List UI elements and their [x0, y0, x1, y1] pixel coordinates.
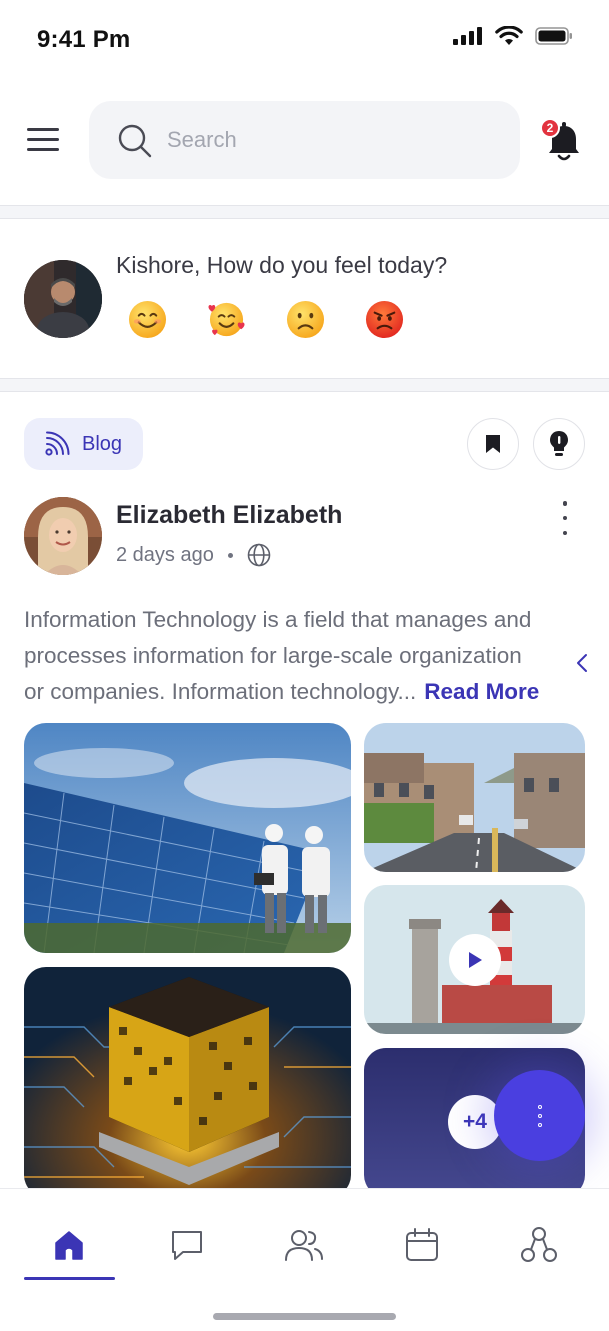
bookmark-icon: [486, 435, 500, 453]
post-body-line: Information Technology is a field that m…: [24, 607, 532, 632]
angry-face-icon[interactable]: [365, 300, 404, 339]
rss-icon: [45, 431, 70, 456]
post-body-line: or companies. Information technology... R…: [24, 674, 584, 710]
mood-question: Kishore, How do you feel today?: [116, 252, 448, 278]
section-divider: [0, 205, 609, 219]
home-indicator: [213, 1313, 396, 1320]
post-meta: 2 days ago: [116, 543, 271, 567]
calendar-icon: [406, 1228, 438, 1261]
post-timestamp: 2 days ago: [116, 543, 214, 566]
mood-emoji-row: [128, 300, 404, 339]
play-button[interactable]: [449, 934, 501, 986]
user-avatar[interactable]: [24, 260, 102, 338]
post-body-line-text: or companies. Information technology...: [24, 679, 417, 704]
chat-icon: [172, 1231, 202, 1260]
smiling-face-with-hearts-icon[interactable]: [207, 300, 246, 339]
post-category-label: Blog: [82, 432, 123, 455]
search-icon: [118, 124, 152, 158]
author-avatar[interactable]: [24, 497, 102, 575]
notifications-button[interactable]: 2: [540, 118, 582, 162]
signal-icon: [453, 27, 482, 45]
post-body-line: processes information for large-scale or…: [24, 643, 522, 668]
post-category-chip[interactable]: Blog: [24, 418, 143, 470]
section-divider: [0, 378, 609, 392]
status-bar: 9:41 Pm: [0, 0, 609, 80]
status-time: 9:41 Pm: [37, 26, 131, 53]
separator-dot: [227, 552, 233, 558]
insight-button[interactable]: [533, 418, 585, 470]
post-video-lighthouse[interactable]: [364, 885, 585, 1034]
author-name[interactable]: Elizabeth Elizabeth: [116, 501, 342, 530]
post-options-button[interactable]: [552, 501, 578, 535]
nav-calendar[interactable]: [398, 1221, 446, 1269]
chevron-left-icon: [577, 654, 587, 672]
post-image-circuit-cube[interactable]: [24, 967, 351, 1188]
nav-people[interactable]: [280, 1221, 328, 1269]
nav-messages[interactable]: [163, 1221, 211, 1269]
home-icon: [55, 1231, 83, 1260]
bookmark-button[interactable]: [467, 418, 519, 470]
people-icon: [285, 1230, 323, 1261]
search-input[interactable]: [167, 123, 487, 157]
wifi-icon: [495, 26, 523, 45]
search-bar[interactable]: [89, 101, 520, 179]
nav-home[interactable]: [45, 1221, 93, 1269]
post-image-street[interactable]: [364, 723, 585, 872]
menu-icon[interactable]: [27, 128, 59, 152]
globe-icon: [247, 543, 271, 567]
more-actions-fab[interactable]: [494, 1070, 585, 1161]
play-icon: [469, 952, 482, 968]
mood-check-card: Kishore, How do you feel today?: [0, 220, 609, 378]
post-image-solar-panels[interactable]: [24, 723, 351, 953]
notification-badge: 2: [540, 118, 560, 138]
battery-icon: [535, 27, 572, 45]
lightbulb-icon: [550, 431, 568, 456]
read-more-link[interactable]: Read More: [424, 679, 539, 704]
app-header: 2: [0, 80, 609, 204]
status-icons: [453, 26, 573, 46]
feed-post: Blog Elizabeth Elizabeth 2 days ago Info…: [0, 393, 609, 1188]
org-chart-icon: [521, 1227, 557, 1262]
nav-organization[interactable]: [515, 1221, 563, 1269]
bottom-navigation: [0, 1188, 609, 1331]
slightly-frowning-face-icon[interactable]: [286, 300, 325, 339]
post-body: Information Technology is a field that m…: [24, 602, 584, 710]
smiling-face-icon[interactable]: [128, 300, 167, 339]
active-tab-indicator: [24, 1277, 115, 1280]
